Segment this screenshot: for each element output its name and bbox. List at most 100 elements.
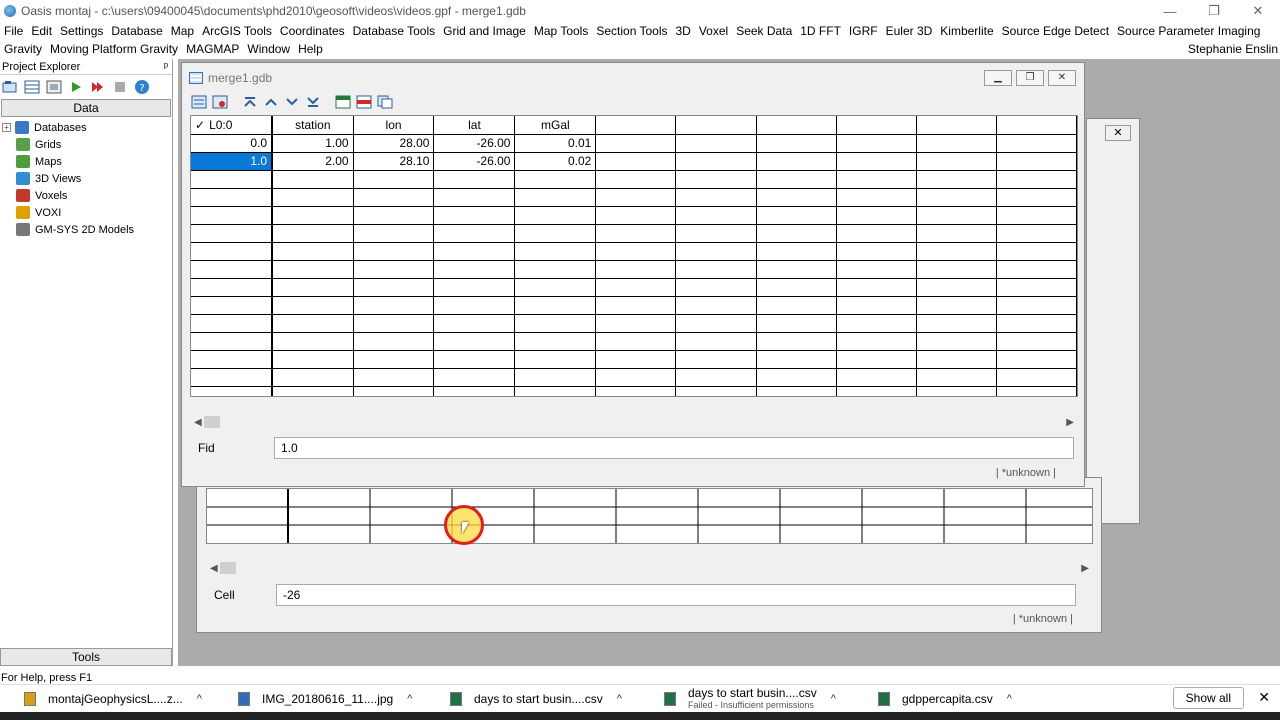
table-cell[interactable] xyxy=(191,242,274,261)
table-cell[interactable] xyxy=(756,134,837,153)
table-cell[interactable] xyxy=(756,350,837,369)
tab-tools[interactable]: Tools xyxy=(0,648,172,666)
next-line-icon[interactable] xyxy=(283,94,301,110)
table-cell[interactable] xyxy=(514,242,597,261)
table-cell[interactable] xyxy=(272,368,354,387)
table-cell[interactable] xyxy=(595,314,677,333)
restore-button[interactable]: ❐ xyxy=(1192,0,1236,22)
table-cell[interactable] xyxy=(514,170,597,189)
menu-magmap[interactable]: MAGMAP xyxy=(182,42,243,56)
menu-3d[interactable]: 3D xyxy=(672,24,695,38)
list-select-icon[interactable] xyxy=(190,94,208,110)
table-cell[interactable] xyxy=(996,134,1077,153)
table-cell[interactable] xyxy=(433,386,516,396)
first-line-icon[interactable] xyxy=(241,94,259,110)
table-cell[interactable]: 0.01 xyxy=(514,134,597,153)
table-cell[interactable] xyxy=(916,332,997,351)
table-cell[interactable] xyxy=(916,206,997,225)
table-cell[interactable] xyxy=(756,332,837,351)
download-item[interactable]: montajGeophysicsL....z... ^ xyxy=(24,685,202,713)
empty-column-header[interactable] xyxy=(916,116,997,135)
table-cell[interactable] xyxy=(272,350,354,369)
table-cell[interactable] xyxy=(353,188,435,207)
menu-map[interactable]: Map xyxy=(167,24,198,38)
table-cell[interactable] xyxy=(595,224,677,243)
menu-file[interactable]: File xyxy=(0,24,27,38)
table-cell[interactable] xyxy=(433,368,516,387)
table-cell[interactable] xyxy=(996,386,1077,396)
table-cell[interactable] xyxy=(514,224,597,243)
table-cell[interactable] xyxy=(675,368,757,387)
table-cell[interactable] xyxy=(595,188,677,207)
table-cell[interactable] xyxy=(433,314,516,333)
chevron-up-icon[interactable]: ^ xyxy=(1007,693,1012,705)
table-cell[interactable] xyxy=(191,260,274,279)
stop-icon[interactable] xyxy=(112,79,128,95)
open-project-icon[interactable] xyxy=(2,79,18,95)
empty-column-header[interactable] xyxy=(675,116,757,135)
table-cell[interactable] xyxy=(916,170,997,189)
tree-item-voxi[interactable]: VOXI xyxy=(0,204,172,221)
table-cell[interactable] xyxy=(514,350,597,369)
new-map-icon[interactable] xyxy=(46,79,62,95)
table-cell[interactable] xyxy=(353,170,435,189)
table-cell[interactable] xyxy=(353,278,435,297)
menu-moving-platform-gravity[interactable]: Moving Platform Gravity xyxy=(46,42,182,56)
table-cell[interactable] xyxy=(675,278,757,297)
channel-properties-icon[interactable] xyxy=(376,94,394,110)
run-step-icon[interactable] xyxy=(90,79,106,95)
table-cell[interactable] xyxy=(514,332,597,351)
table-cell[interactable] xyxy=(675,152,757,171)
table-cell[interactable] xyxy=(836,332,917,351)
table-cell[interactable] xyxy=(191,368,274,387)
table-cell[interactable] xyxy=(353,350,435,369)
table-cell[interactable] xyxy=(272,188,354,207)
table-cell[interactable] xyxy=(353,386,435,396)
table-cell[interactable]: 1.0 xyxy=(191,152,274,171)
table-cell[interactable] xyxy=(836,152,917,171)
table-cell[interactable] xyxy=(836,242,917,261)
table-cell[interactable] xyxy=(756,260,837,279)
table-cell[interactable] xyxy=(675,386,757,396)
table-cell[interactable] xyxy=(675,206,757,225)
line-column-header[interactable]: ✓ L0:0 xyxy=(191,116,274,135)
table-cell[interactable] xyxy=(836,206,917,225)
table-cell[interactable]: -26.00 xyxy=(433,152,516,171)
table-cell[interactable] xyxy=(595,332,677,351)
table-cell[interactable] xyxy=(433,278,516,297)
close-download-bar-icon[interactable]: ✕ xyxy=(1258,689,1270,706)
table-cell[interactable] xyxy=(916,314,997,333)
table-cell[interactable] xyxy=(836,224,917,243)
table-cell[interactable] xyxy=(675,242,757,261)
table-cell[interactable] xyxy=(675,170,757,189)
table-cell[interactable] xyxy=(996,242,1077,261)
table-cell[interactable] xyxy=(836,134,917,153)
table-cell[interactable] xyxy=(353,242,435,261)
table-cell[interactable] xyxy=(836,170,917,189)
menu-grid-and-image[interactable]: Grid and Image xyxy=(439,24,530,38)
table-cell[interactable]: 0.02 xyxy=(514,152,597,171)
table-cell[interactable] xyxy=(514,260,597,279)
table-cell[interactable] xyxy=(996,260,1077,279)
menu-euler-3d[interactable]: Euler 3D xyxy=(882,24,937,38)
scroll-thumb[interactable] xyxy=(220,562,236,574)
table-cell[interactable] xyxy=(514,368,597,387)
help-icon[interactable]: ? xyxy=(134,79,150,95)
show-channels-icon[interactable] xyxy=(334,94,352,110)
table-cell[interactable] xyxy=(433,188,516,207)
table-cell[interactable] xyxy=(433,350,516,369)
table-cell[interactable] xyxy=(675,260,757,279)
table-cell[interactable] xyxy=(191,296,274,315)
table-cell[interactable] xyxy=(353,260,435,279)
tree-item-maps[interactable]: Maps xyxy=(0,153,172,170)
table-cell[interactable] xyxy=(353,314,435,333)
close-button[interactable]: ✕ xyxy=(1236,0,1280,22)
table-cell[interactable] xyxy=(916,134,997,153)
table-cell[interactable] xyxy=(191,170,274,189)
table-cell[interactable] xyxy=(836,368,917,387)
table-cell[interactable] xyxy=(353,224,435,243)
table-cell[interactable] xyxy=(996,314,1077,333)
table-cell[interactable] xyxy=(756,242,837,261)
new-database-icon[interactable] xyxy=(24,79,40,95)
table-cell[interactable] xyxy=(756,368,837,387)
